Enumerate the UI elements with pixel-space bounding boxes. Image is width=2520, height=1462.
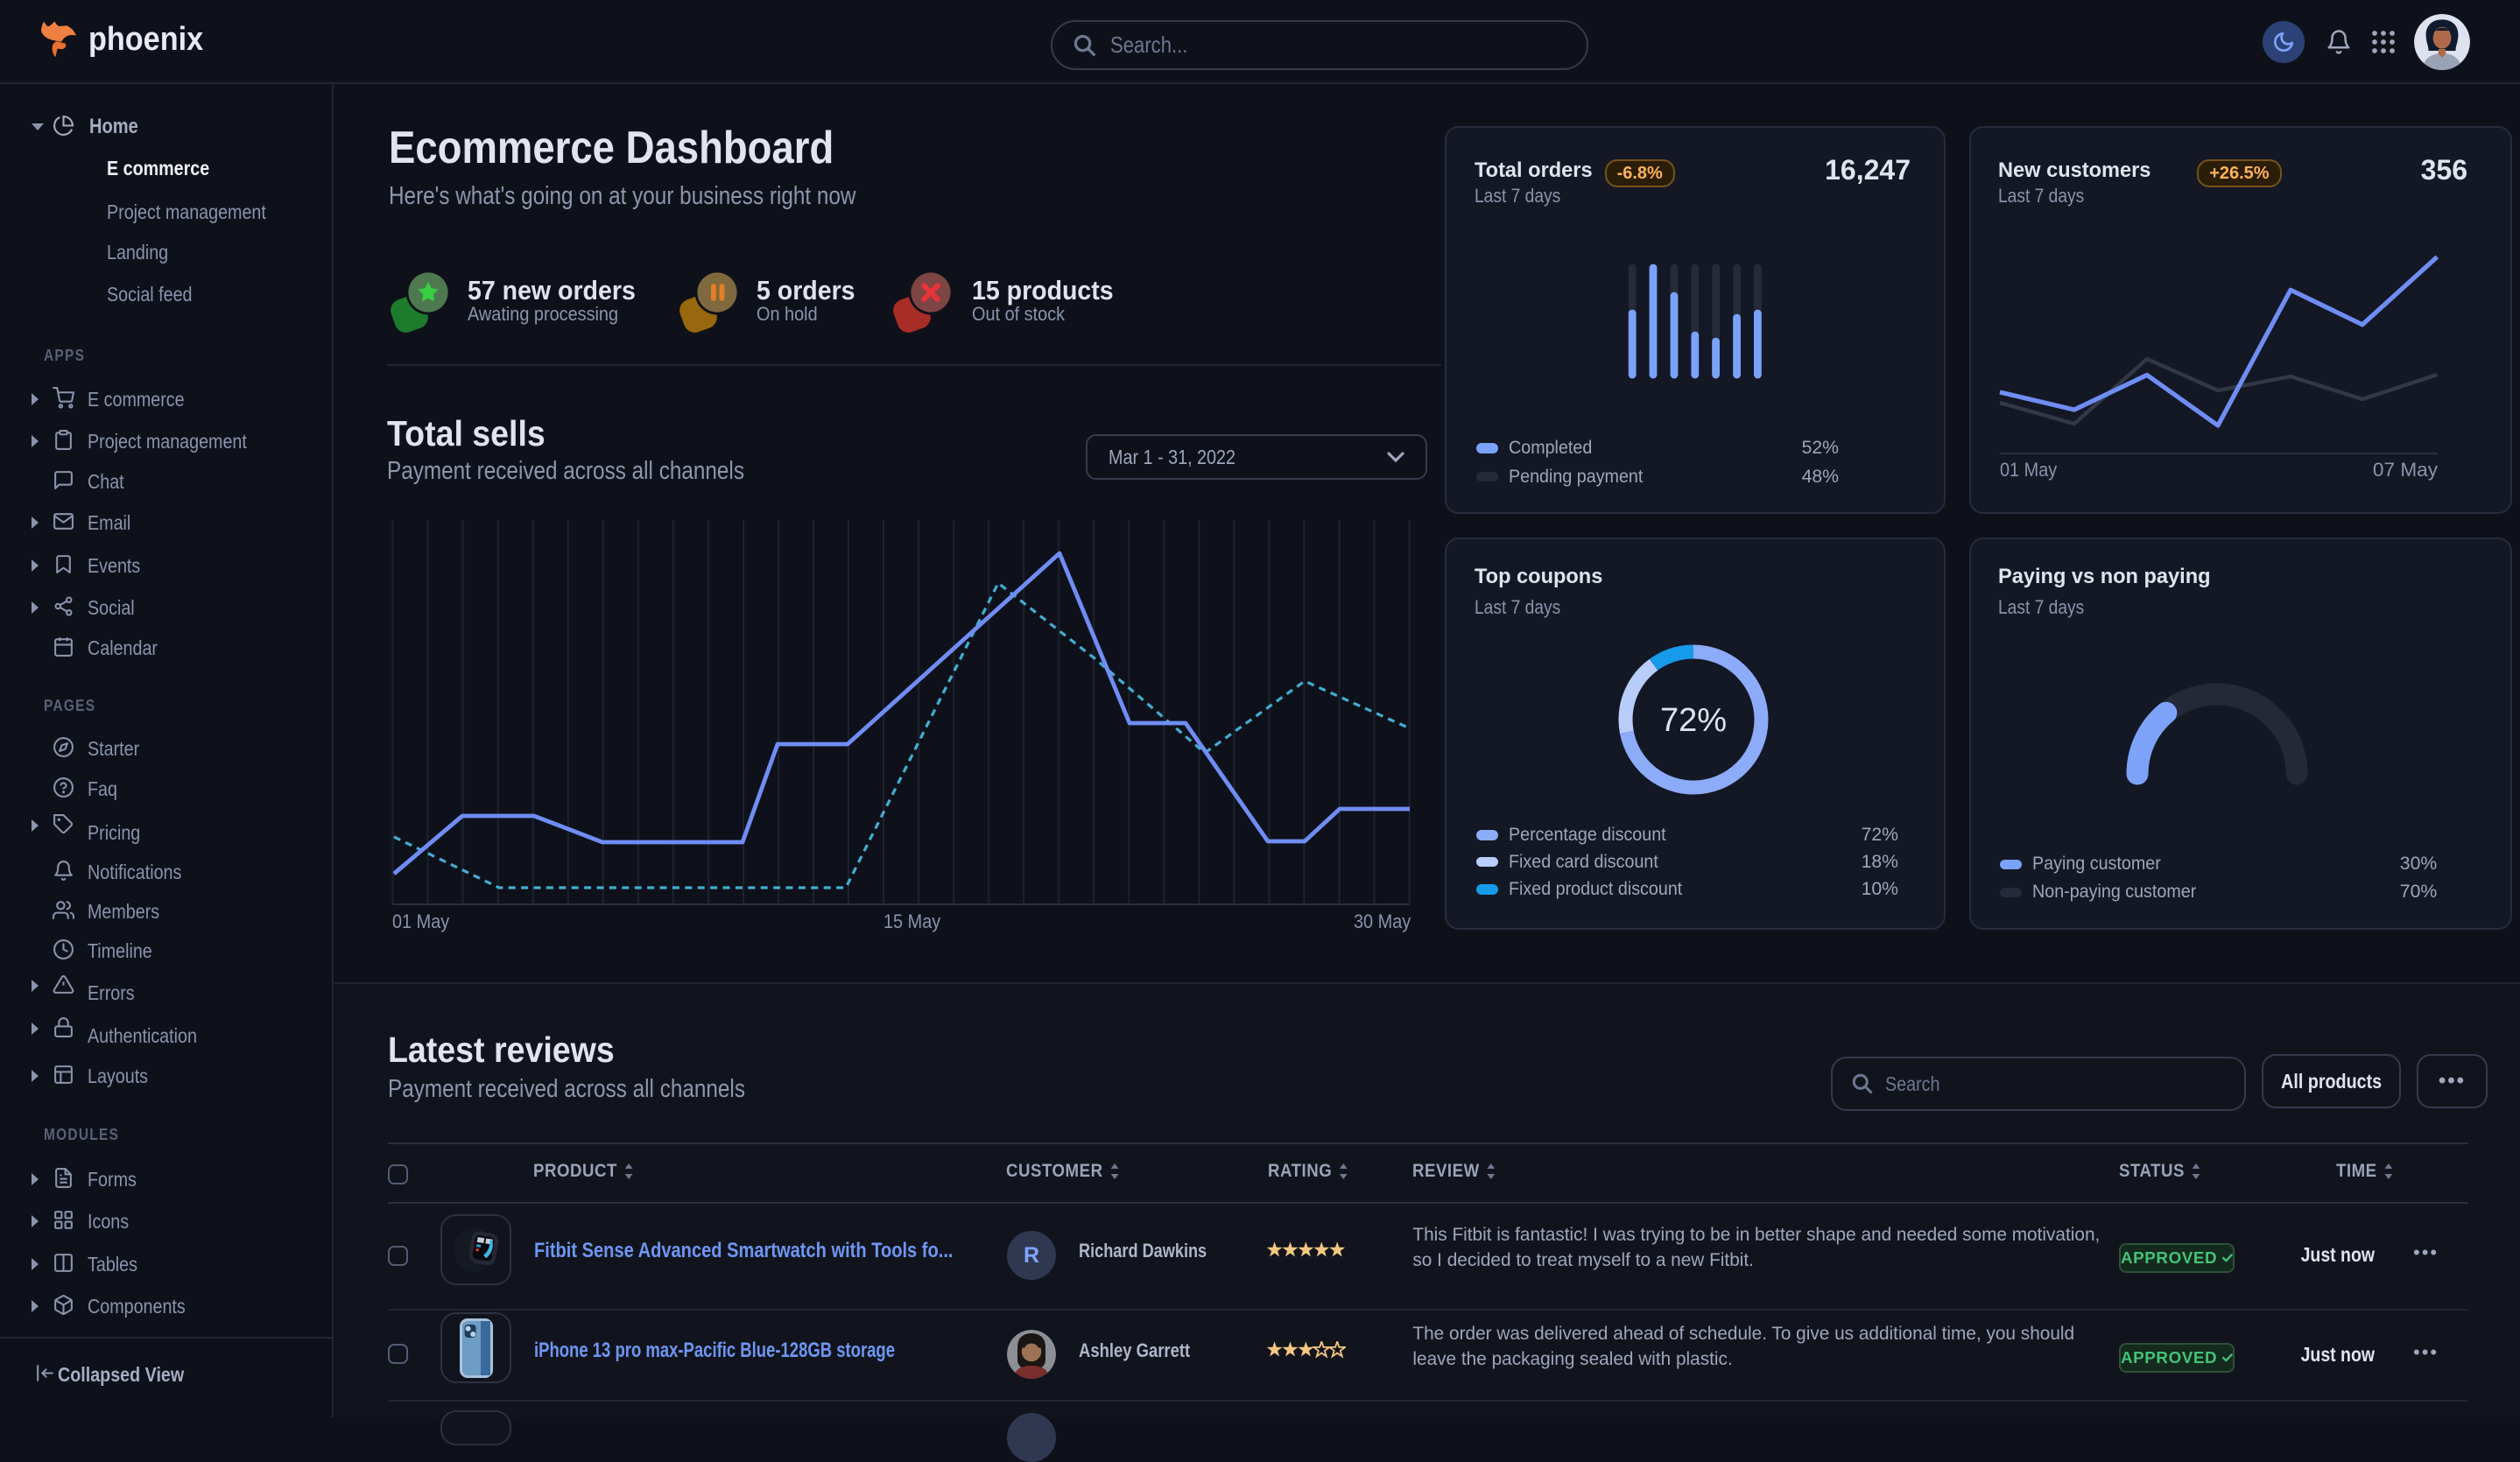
svg-text:72%: 72%: [1660, 702, 1727, 739]
